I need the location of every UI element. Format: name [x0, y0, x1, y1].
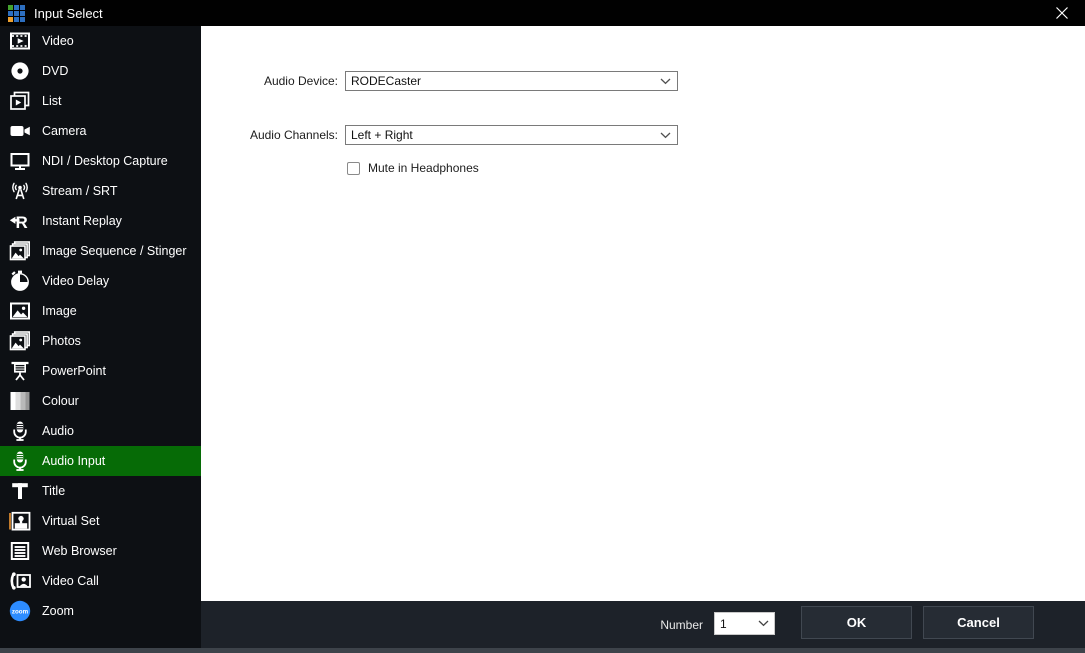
list-icon	[7, 89, 33, 113]
sidebar-item-camera[interactable]: Camera	[0, 116, 201, 146]
vmix-logo-icon	[8, 5, 25, 22]
sidebar-item-label: NDI / Desktop Capture	[42, 154, 168, 168]
microphone-icon	[7, 449, 33, 473]
sidebar-item-list[interactable]: List	[0, 86, 201, 116]
number-label: Number	[631, 618, 703, 632]
sidebar-item-powerpoint[interactable]: PowerPoint	[0, 356, 201, 386]
audio-device-dropdown[interactable]: RODECaster	[345, 71, 678, 91]
phone-person-icon	[7, 569, 33, 593]
audio-channels-value: Left + Right	[351, 128, 413, 142]
sidebar-item-label: Audio Input	[42, 454, 105, 468]
footer-bar: Number 1 OK Cancel	[201, 601, 1085, 648]
sidebar-item-video-delay[interactable]: Video Delay	[0, 266, 201, 296]
sidebar-item-audio-input[interactable]: Audio Input	[0, 446, 201, 476]
sidebar-item-image[interactable]: Image	[0, 296, 201, 326]
sidebar-item-label: Instant Replay	[42, 214, 122, 228]
sidebar-item-audio[interactable]: Audio	[0, 416, 201, 446]
sidebar-item-label: Zoom	[42, 604, 74, 618]
sidebar-item-label: Image	[42, 304, 77, 318]
sidebar-item-virtual-set[interactable]: Virtual Set	[0, 506, 201, 536]
sidebar-item-label: Image Sequence / Stinger	[42, 244, 187, 258]
svg-text:zoom: zoom	[12, 608, 29, 615]
sidebar-item-label: Stream / SRT	[42, 184, 117, 198]
sidebar-item-label: Video Delay	[42, 274, 109, 288]
audio-channels-dropdown[interactable]: Left + Right	[345, 125, 678, 145]
sidebar-item-label: Web Browser	[42, 544, 117, 558]
svg-text:R: R	[16, 213, 28, 232]
titlebar: Input Select	[0, 0, 1085, 26]
mute-in-headphones-checkbox[interactable]	[347, 162, 360, 175]
number-value: 1	[720, 617, 727, 631]
monitor-icon	[7, 149, 33, 173]
sidebar-item-zoom[interactable]: zoom Zoom	[0, 596, 201, 626]
lined-page-icon	[7, 539, 33, 563]
sidebar-item-label: Camera	[42, 124, 86, 138]
close-button[interactable]	[1043, 0, 1081, 26]
stopwatch-icon	[7, 269, 33, 293]
chevron-down-icon	[758, 620, 769, 627]
window-bottom-border	[0, 648, 1085, 653]
sidebar-item-dvd[interactable]: DVD	[0, 56, 201, 86]
sidebar-item-label: Video Call	[42, 574, 99, 588]
sidebar-item-label: PowerPoint	[42, 364, 106, 378]
stacked-photos-icon	[7, 239, 33, 263]
audio-input-settings-panel: Audio Device: RODECaster Audio Channels:…	[201, 26, 1085, 601]
ok-button[interactable]: OK	[801, 606, 912, 639]
sidebar-item-label: Colour	[42, 394, 79, 408]
mute-in-headphones-label: Mute in Headphones	[368, 162, 479, 175]
camera-icon	[7, 119, 33, 143]
audio-device-value: RODECaster	[351, 74, 421, 88]
sidebar-item-video-call[interactable]: Video Call	[0, 566, 201, 596]
person-frame-icon	[7, 509, 33, 533]
sidebar-item-label: List	[42, 94, 61, 108]
chevron-down-icon	[660, 78, 671, 85]
broadcast-tower-icon	[7, 179, 33, 203]
sidebar-item-web-browser[interactable]: Web Browser	[0, 536, 201, 566]
sidebar-item-title[interactable]: Title	[0, 476, 201, 506]
sidebar-item-colour[interactable]: Colour	[0, 386, 201, 416]
presentation-icon	[7, 359, 33, 383]
sidebar-item-instant-replay[interactable]: R Instant Replay	[0, 206, 201, 236]
close-icon	[1055, 6, 1069, 20]
stacked-photos-icon	[7, 329, 33, 353]
sidebar-item-label: Audio	[42, 424, 74, 438]
zoom-logo-icon: zoom	[7, 599, 33, 623]
input-select-window: Input Select Video DVD List	[0, 0, 1085, 653]
video-icon	[7, 29, 33, 53]
sidebar-item-video[interactable]: Video	[0, 26, 201, 56]
audio-channels-label: Audio Channels:	[201, 128, 338, 142]
sidebar-item-ndi-desktop-capture[interactable]: NDI / Desktop Capture	[0, 146, 201, 176]
replay-icon: R	[7, 209, 33, 233]
sidebar-item-label: Photos	[42, 334, 81, 348]
dvd-icon	[7, 59, 33, 83]
sidebar-item-stream-srt[interactable]: Stream / SRT	[0, 176, 201, 206]
sidebar-item-label: DVD	[42, 64, 68, 78]
chevron-down-icon	[660, 132, 671, 139]
picture-icon	[7, 299, 33, 323]
cancel-button[interactable]: Cancel	[923, 606, 1034, 639]
input-type-sidebar: Video DVD List Camera NDI / Desktop Capt	[0, 26, 201, 648]
sidebar-item-photos[interactable]: Photos	[0, 326, 201, 356]
window-title: Input Select	[34, 6, 103, 21]
microphone-icon	[7, 419, 33, 443]
number-dropdown[interactable]: 1	[714, 612, 775, 635]
gradient-swatch-icon	[7, 389, 33, 413]
audio-device-label: Audio Device:	[201, 74, 338, 88]
sidebar-item-label: Virtual Set	[42, 514, 99, 528]
sidebar-item-image-sequence-stinger[interactable]: Image Sequence / Stinger	[0, 236, 201, 266]
letter-t-icon	[7, 479, 33, 503]
sidebar-item-label: Video	[42, 34, 74, 48]
sidebar-item-label: Title	[42, 484, 65, 498]
